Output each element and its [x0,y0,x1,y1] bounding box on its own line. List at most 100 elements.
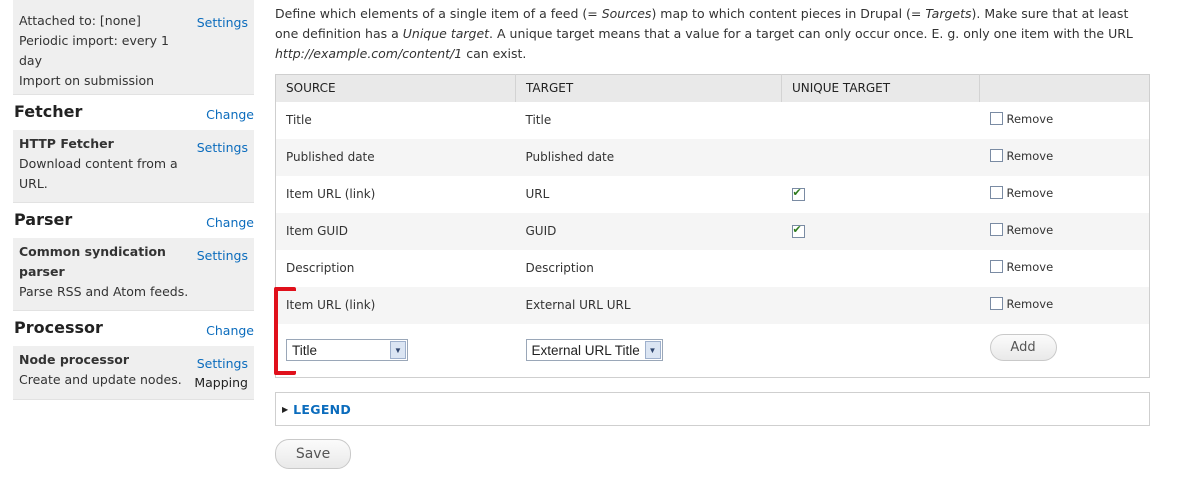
basic-settings-box: Attached to: [none] Periodic import: eve… [13,0,254,95]
processor-name: Node processor [19,352,130,367]
processor-description: Create and update nodes. [19,372,182,387]
remove-checkbox[interactable] [989,223,1003,237]
add-unique-cell [782,324,980,378]
chevron-down-icon[interactable]: ▼ [390,341,406,360]
main-content: Define which elements of a single item o… [275,0,1150,469]
parser-change-link[interactable]: Change [206,215,254,230]
remove-label: Remove [1006,111,1054,126]
table-row: Item URL (link) External URL URL Remove [275,286,1150,324]
header-source: SOURCE [275,74,516,102]
remove-control[interactable]: Remove [989,111,1054,126]
basic-settings-link[interactable]: Settings [197,13,248,33]
row-target: External URL URL [515,286,782,324]
fetcher-name: HTTP Fetcher [19,136,114,151]
remove-control[interactable]: Remove [989,296,1054,311]
attached-to-text: Attached to: [none] [19,13,141,28]
add-target-cell: External URL Title ▼ [516,324,782,378]
parser-box: Common syndication parser Parse RSS and … [13,238,254,311]
periodic-import-text: Periodic import: every 1 day [19,33,169,68]
remove-control[interactable]: Remove [989,186,1053,200]
fetcher-box: HTTP Fetcher Download content from a URL… [13,130,254,203]
remove-checkbox[interactable] [989,260,1003,274]
processor-header: Processor Change [13,311,254,346]
table-header-row: SOURCE TARGET UNIQUE TARGET [275,74,1150,102]
mapping-table: SOURCE TARGET UNIQUE TARGET Title Title Re… [275,74,1150,378]
chevron-down-icon[interactable]: ▼ [644,341,661,360]
desc-text-5: can exist. [462,46,527,61]
source-select[interactable]: Title ▼ [286,339,408,362]
row-source: Published date [275,138,516,176]
remove-label: Remove [1006,222,1054,237]
remove-label: Remove [1006,148,1054,163]
target-select-value: External URL Title [531,342,640,358]
highlight-bracket [274,287,296,375]
remove-control[interactable]: Remove [989,222,1054,237]
desc-sources: Sources [601,6,652,21]
processor-change-link[interactable]: Change [206,323,254,338]
fetcher-description: Download content from a URL. [19,156,178,191]
legend-label[interactable]: LEGEND [293,402,351,417]
row-source: Description [286,261,355,275]
remove-checkbox[interactable] [989,186,1003,200]
remove-checkbox[interactable] [989,112,1003,126]
add-mapping-row: Title ▼ External URL Title ▼ Add [276,324,1150,378]
processor-box: Node processor Create and update nodes. … [13,346,254,400]
desc-text-2: ) map to which content pieces in Drupal … [651,6,926,21]
row-source: Title [286,113,312,127]
fetcher-header: Fetcher Change [13,95,254,130]
row-remove-cell: Remove [979,286,1150,324]
add-button-cell: Add [980,324,1150,378]
row-source: Item URL (link) [275,286,516,324]
add-source-cell: Title ▼ [276,324,516,378]
row-unique-cell [782,176,980,213]
header-unique-target: UNIQUE TARGET [781,74,980,102]
row-source: Item URL (link) [286,187,376,201]
row-target: Description [525,261,594,275]
remove-checkbox[interactable] [989,297,1003,311]
row-unique-cell [782,250,980,287]
remove-control[interactable]: Remove [989,148,1054,163]
processor-heading: Processor [14,318,103,337]
table-row: Item URL (link) URL Remove [276,176,1150,213]
remove-label: Remove [1006,296,1054,311]
desc-text-4: . A unique target means that a value for… [489,26,1133,41]
legend-fieldset[interactable]: ▶ LEGEND [275,392,1150,426]
parser-header: Parser Change [13,203,254,238]
parser-description: Parse RSS and Atom feeds. [19,284,189,299]
target-select[interactable]: External URL Title ▼ [525,339,663,362]
row-unique-cell [781,212,980,250]
save-button[interactable]: Save [275,439,351,469]
unique-target-checkbox[interactable] [791,223,805,238]
row-remove-cell: Remove [979,212,1150,250]
remove-label: Remove [1006,259,1054,274]
desc-targets: Targets [925,6,972,21]
parser-settings-link[interactable]: Settings [197,246,248,266]
remove-checkbox[interactable] [989,149,1003,163]
header-target: TARGET [515,74,782,102]
table-row: Published date Published date Remove [275,138,1150,176]
sidebar: Attached to: [none] Periodic import: eve… [13,0,254,400]
import-on-submission-text: Import on submission [19,73,155,88]
processor-settings-link[interactable]: Settings [197,354,248,374]
table-row: Item GUIDGUID Remove [275,212,1150,250]
row-unique-cell [781,138,980,176]
add-button[interactable]: Add [989,333,1057,361]
row-target: URL [525,187,550,201]
row-target: Title [525,113,552,127]
processor-mapping-tab[interactable]: Mapping [194,373,248,393]
row-source: Item GUID [275,212,516,250]
header-operations [979,74,1150,102]
triangle-right-icon: ▶ [282,404,289,414]
desc-example-url: http://example.com/content/1 [275,46,463,61]
table-row: Description Description Remove [276,250,1150,287]
row-remove-cell: Remove [979,138,1150,176]
row-unique-cell [781,286,980,324]
table-row: Title Title Remove [276,102,1150,139]
mapping-description: Define which elements of a single item o… [275,4,1150,64]
row-target: Published date [515,138,782,176]
fetcher-change-link[interactable]: Change [206,107,254,122]
row-target: GUID [515,212,782,250]
remove-control[interactable]: Remove [989,259,1054,274]
unique-target-checkbox[interactable] [791,186,805,201]
fetcher-settings-link[interactable]: Settings [197,138,248,158]
